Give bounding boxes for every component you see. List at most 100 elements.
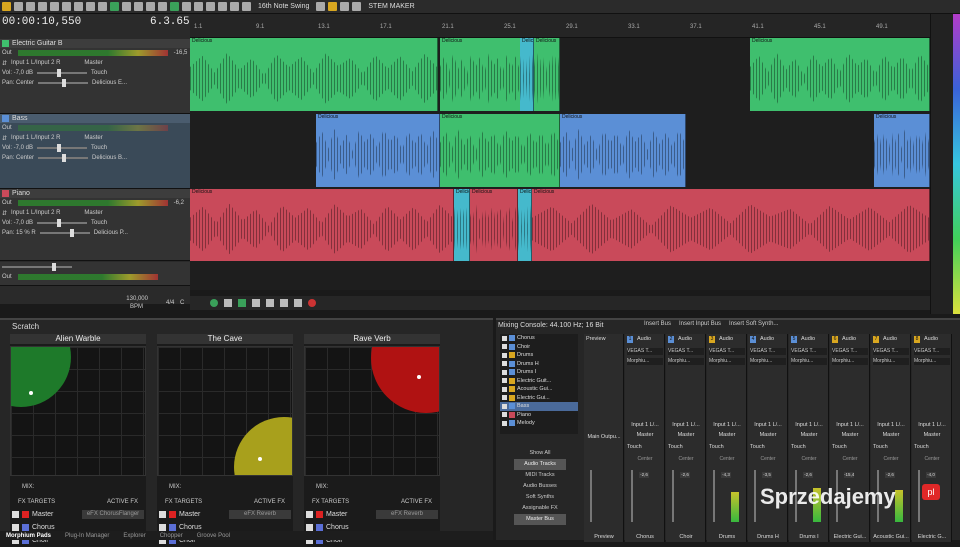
fader[interactable]	[672, 470, 674, 522]
checkbox[interactable]	[12, 524, 19, 531]
audio-clip[interactable]: Delicious	[190, 38, 438, 111]
zoom-icon[interactable]	[182, 2, 191, 11]
xy-field[interactable]	[304, 346, 440, 476]
quantize-dropdown[interactable]: 16th Note Swing	[258, 3, 309, 10]
checkbox[interactable]	[502, 395, 507, 401]
checkbox[interactable]	[502, 344, 507, 350]
channel-list-item[interactable]: Acoustic Gui...	[500, 385, 578, 394]
track-fx[interactable]: Delicious B...	[92, 155, 127, 161]
insert-soft-synth-button[interactable]: Insert Soft Synth...	[729, 321, 778, 327]
fx-target-row[interactable]: Master	[306, 508, 442, 521]
channel-strip[interactable]: 3 Audio VEGAS T... Morphiu... Input 1 L/…	[707, 334, 747, 542]
fx-slot[interactable]: Morphiu...	[914, 358, 950, 365]
checkbox[interactable]	[159, 524, 166, 531]
pan-value[interactable]: Center	[707, 456, 747, 462]
audio-clip[interactable]: Delicious	[520, 38, 534, 111]
fx-slot[interactable]: Morphiu...	[873, 358, 909, 365]
pad-title[interactable]: Rave Verb	[304, 334, 440, 344]
strip-input[interactable]: Input 1 L/...	[707, 422, 747, 428]
record-icon[interactable]	[308, 299, 316, 307]
input-select[interactable]: Input 1 L/Input 2 R	[11, 210, 60, 216]
filter-button[interactable]: Show All	[514, 448, 566, 459]
strip-input[interactable]: Input 1 L/...	[912, 422, 952, 428]
strip-output[interactable]: Master	[912, 432, 952, 438]
fx-slot[interactable]: VEGAS T...	[750, 348, 786, 355]
cursor-icon[interactable]	[122, 2, 131, 11]
strip-input[interactable]: Input 1 L/...	[625, 422, 665, 428]
track-fx[interactable]: Delicious P...	[94, 230, 128, 236]
stem-settings-icon[interactable]	[340, 2, 350, 11]
audio-clip[interactable]: Delicious	[440, 38, 530, 111]
audio-clip[interactable]: Delicious	[532, 189, 930, 261]
copy-icon[interactable]	[74, 2, 83, 11]
automation-mode[interactable]: Touch	[709, 444, 724, 450]
strip-output[interactable]: Master	[625, 432, 665, 438]
pad-title[interactable]: Alien Warble	[10, 334, 146, 344]
track-fx[interactable]: Delicious E...	[92, 80, 127, 86]
automation-mode[interactable]: Touch	[627, 444, 642, 450]
channel-list-item[interactable]: Bass	[500, 402, 578, 411]
pan-slider[interactable]	[39, 229, 90, 237]
output-select[interactable]: Master	[84, 60, 102, 66]
checkbox[interactable]	[502, 369, 507, 375]
pad-title[interactable]: The Cave	[157, 334, 293, 344]
fader[interactable]	[590, 470, 592, 522]
stem-split-icon[interactable]	[352, 2, 362, 11]
fx-slot[interactable]: Morphiu...	[668, 358, 704, 365]
master-track[interactable]: Out	[0, 262, 190, 286]
fx-slot[interactable]: Morphiu...	[832, 358, 868, 365]
track-name[interactable]: Electric Guitar B	[12, 40, 63, 47]
marker-icon[interactable]	[218, 2, 227, 11]
channel-list-item[interactable]: Electric Gui...	[500, 394, 578, 403]
morph-pad[interactable]: Rave Verb MIX: FX TARGETS ACTIVE FX eFX …	[304, 334, 442, 544]
undo-icon[interactable]	[38, 2, 47, 11]
fx-slot[interactable]: VEGAS T...	[832, 348, 868, 355]
filter-button[interactable]: Master Bus	[514, 514, 566, 525]
stem-maker-button[interactable]: STEM MAKER	[368, 3, 414, 10]
audio-clip[interactable]: Delicious	[440, 114, 560, 187]
audio-clip[interactable]: Delicious	[518, 189, 532, 261]
cut-icon[interactable]	[62, 2, 71, 11]
xy-field[interactable]	[157, 346, 293, 476]
audio-clip[interactable]: Delicious	[534, 38, 560, 111]
fx-slot[interactable]: VEGAS T...	[914, 348, 950, 355]
redo-icon[interactable]	[50, 2, 59, 11]
audio-clip[interactable]: Delicious	[470, 189, 518, 261]
morph-pad[interactable]: The Cave MIX: FX TARGETS ACTIVE FX eFX R…	[157, 334, 295, 544]
morph-pad[interactable]: Alien Warble MIX: FX TARGETS ACTIVE FX e…	[10, 334, 146, 544]
fader[interactable]	[918, 470, 920, 522]
xy-handle[interactable]	[29, 391, 33, 395]
play-icon[interactable]	[238, 299, 246, 307]
fx-slot[interactable]: VEGAS T...	[791, 348, 827, 355]
filter-button[interactable]: MIDI Tracks	[514, 470, 566, 481]
automation-mode[interactable]: Touch	[914, 444, 929, 450]
loop-playback-icon[interactable]	[210, 299, 218, 307]
channel-strip[interactable]: 5 Audio VEGAS T... Morphiu... Input 1 L/…	[789, 334, 829, 542]
fader[interactable]	[713, 470, 715, 522]
open-folder-icon[interactable]	[2, 2, 11, 11]
fader[interactable]	[754, 470, 756, 522]
xy-field[interactable]	[10, 346, 146, 476]
strip-input[interactable]: Input 1 L/...	[871, 422, 911, 428]
channel-strip[interactable]: 4 Audio VEGAS T... Morphiu... Input 1 L/…	[748, 334, 788, 542]
split-icon[interactable]	[158, 2, 167, 11]
filter-button[interactable]: Audio Busses	[514, 481, 566, 492]
fx-target-row[interactable]: Master	[159, 508, 295, 521]
pan-value[interactable]: Center	[625, 456, 665, 462]
automation-mode[interactable]: Touch	[91, 220, 107, 226]
insert-input-bus-button[interactable]: Insert Input Bus	[679, 321, 721, 327]
fx-slot[interactable]: Morphiu...	[791, 358, 827, 365]
automation-mode[interactable]: Touch	[91, 70, 107, 76]
strip-output[interactable]: Master	[748, 432, 788, 438]
fx-slot[interactable]: Morphiu...	[709, 358, 745, 365]
checkbox[interactable]	[502, 361, 507, 367]
loop-icon[interactable]	[170, 2, 179, 11]
preset-title[interactable]: Scratch	[12, 322, 39, 331]
automation-mode[interactable]: Touch	[791, 444, 806, 450]
strip-input[interactable]: Input 1 L/...	[789, 422, 829, 428]
checkbox[interactable]	[502, 412, 507, 418]
draw-icon[interactable]	[134, 2, 143, 11]
automation-mode[interactable]: Touch	[668, 444, 683, 450]
chevron-down-icon[interactable]	[316, 2, 326, 11]
filter-button[interactable]: Soft Synths	[514, 492, 566, 503]
